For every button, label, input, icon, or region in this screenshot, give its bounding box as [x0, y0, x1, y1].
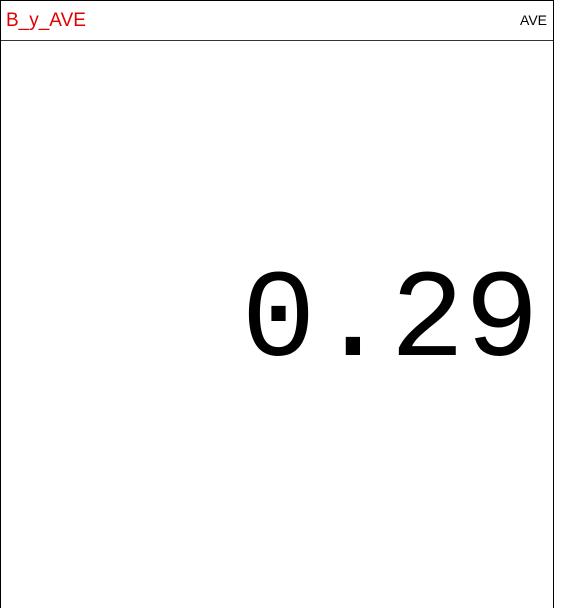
mode-label: AVE — [520, 12, 547, 28]
value-display-panel: B_y_AVE AVE 0.29 — [0, 0, 554, 608]
reading-value: 0.29 — [241, 253, 539, 393]
panel-header: B_y_AVE AVE — [1, 1, 553, 41]
panel-title: B_y_AVE — [6, 10, 86, 31]
